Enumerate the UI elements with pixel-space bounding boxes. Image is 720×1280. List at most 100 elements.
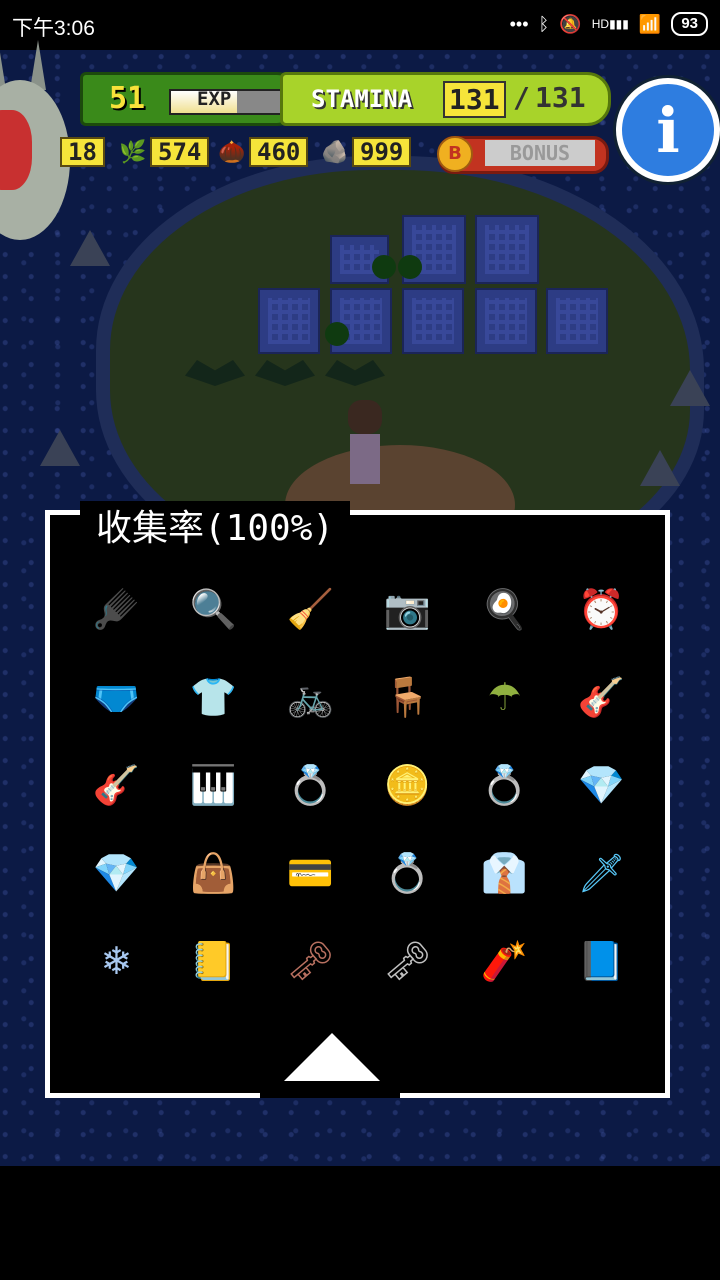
- silver-ring-icon: 💍: [480, 762, 529, 807]
- collection-item[interactable]: 💳: [262, 829, 359, 917]
- blue-book-icon: 📘: [577, 938, 626, 983]
- mute-icon: 🔕: [559, 13, 582, 34]
- bonus-label: BONUS: [485, 140, 595, 166]
- status-bar: 下午3:06 ••• ᛒ 🔕 HD▮▮▮ 📶 93: [0, 0, 720, 50]
- collection-item[interactable]: 💍: [456, 741, 553, 829]
- credit-card-icon: 💳: [286, 850, 335, 895]
- resource-value: 999: [352, 137, 412, 167]
- collection-item[interactable]: 🧨: [456, 917, 553, 1005]
- mascot-companion: [0, 110, 32, 190]
- collection-item[interactable]: ⏰: [553, 565, 650, 653]
- gem-icon: 💎: [577, 762, 626, 807]
- building: [546, 288, 608, 354]
- tree: [325, 322, 349, 346]
- crystal-icon: 💎: [92, 850, 141, 895]
- tree: [372, 255, 396, 279]
- stamina-current: 131: [443, 81, 506, 118]
- magnifier-icon: 🔍: [189, 586, 238, 631]
- collection-item[interactable]: 👜: [165, 829, 262, 917]
- signal-icon: HD▮▮▮: [591, 17, 629, 31]
- piano-icon: 🎹: [189, 762, 238, 807]
- collection-item[interactable]: 💎: [553, 741, 650, 829]
- bottom-area: [0, 1166, 720, 1280]
- building: [402, 288, 464, 354]
- resource-bar: 18 🌿 574 🌰 460 🪨 999 B BONUS: [60, 136, 620, 174]
- stamina-max: 131: [535, 81, 586, 114]
- bronze-key-icon: 🗝: [286, 938, 335, 983]
- frying-pan-icon: 🍳: [480, 586, 529, 631]
- collection-item[interactable]: 🗡: [553, 829, 650, 917]
- collection-item[interactable]: 📷: [359, 565, 456, 653]
- hud-top: 51 EXP STAMINA 131 / 131: [80, 72, 611, 126]
- stamina-separator: /: [513, 81, 530, 114]
- collection-item[interactable]: 🧹: [262, 565, 359, 653]
- gold-ring-icon: 💍: [383, 850, 432, 895]
- stamina-label: STAMINA: [311, 85, 413, 113]
- collection-item[interactable]: 🪙: [359, 741, 456, 829]
- collection-item[interactable]: 📘: [553, 917, 650, 1005]
- info-button[interactable]: i: [616, 78, 720, 182]
- ring-icon: 💍: [286, 762, 335, 807]
- status-icons: ••• ᛒ 🔕 HD▮▮▮ 📶 93: [510, 12, 708, 36]
- building: [475, 288, 537, 354]
- info-icon: i: [656, 93, 680, 167]
- collection-item[interactable]: 💍: [359, 829, 456, 917]
- collection-item[interactable]: 📒: [165, 917, 262, 1005]
- leaf-icon: 🌿: [119, 139, 147, 165]
- dynamite-icon: 🧨: [480, 938, 529, 983]
- collection-item[interactable]: 🔍: [165, 565, 262, 653]
- battery-indicator: 93: [671, 12, 708, 36]
- stamina-bar[interactable]: STAMINA 131 / 131: [280, 72, 611, 126]
- clock-icon: ⏰: [577, 586, 626, 631]
- collection-item[interactable]: 🪑: [359, 653, 456, 741]
- more-dots-icon: •••: [509, 13, 529, 34]
- collection-item[interactable]: 🚲: [262, 653, 359, 741]
- collection-item[interactable]: 🩲: [68, 653, 165, 741]
- collection-title: 收集率(100%): [80, 501, 351, 557]
- nut-icon: 🌰: [218, 139, 246, 165]
- collection-item[interactable]: 🎸: [553, 653, 650, 741]
- resource-value: 574: [150, 137, 210, 167]
- umbrella-icon: ☂: [487, 675, 522, 719]
- wifi-icon: 📶: [638, 13, 662, 34]
- camera-icon: 📷: [383, 586, 432, 631]
- resource-value: 18: [60, 137, 105, 167]
- resource-stone[interactable]: 🪨 999: [318, 136, 412, 168]
- player-character[interactable]: [340, 400, 390, 490]
- vacuum-icon: 🧹: [286, 586, 335, 631]
- collection-item[interactable]: ❄: [68, 917, 165, 1005]
- guitar-icon: 🎸: [92, 762, 141, 807]
- panel-gap: [260, 1090, 400, 1098]
- exp-label: EXP: [197, 88, 232, 110]
- collection-item[interactable]: 👔: [456, 829, 553, 917]
- resource-value: 460: [249, 137, 309, 167]
- collection-item[interactable]: 🗝: [359, 917, 456, 1005]
- stone-icon: 🪨: [321, 139, 349, 165]
- collection-item[interactable]: 💍: [262, 741, 359, 829]
- collection-item[interactable]: 🗝: [262, 917, 359, 1005]
- collection-item[interactable]: 🎹: [165, 741, 262, 829]
- outfit-icon: 👔: [480, 850, 529, 895]
- coin-icon: 🪙: [383, 762, 432, 807]
- collection-item[interactable]: ☂: [456, 653, 553, 741]
- resource-character[interactable]: 18: [60, 136, 105, 168]
- lightsaber-icon: 🗡: [577, 850, 626, 895]
- collection-panel: 收集率(100%) 🪮 🔍 🧹 📷 🍳 ⏰ 🩲 👕 🚲 🪑 ☂ 🎸 🎸 🎹 💍 🪙 💍 💎 💎 👜 💳 💍 👔 🗡 ❄ 📒 🗝 🗝 🧨 📘: [45, 501, 670, 1098]
- collection-item[interactable]: 👕: [165, 653, 262, 741]
- level-exp-bar[interactable]: 51 EXP: [80, 72, 301, 126]
- handbag-icon: 👜: [189, 850, 238, 895]
- resource-leaf[interactable]: 🌿 574: [116, 136, 210, 168]
- collection-item[interactable]: 🪮: [68, 565, 165, 653]
- shirt-icon: 👕: [189, 674, 238, 719]
- collection-item[interactable]: 🎸: [68, 741, 165, 829]
- resource-nut[interactable]: 🌰 460: [215, 136, 309, 168]
- comb-icon: 🪮: [92, 586, 141, 631]
- collection-item[interactable]: 🍳: [456, 565, 553, 653]
- bonus-button[interactable]: B BONUS: [437, 136, 609, 174]
- level-value: 51: [109, 81, 146, 116]
- silver-key-icon: 🗝: [383, 938, 432, 983]
- character-body: [350, 434, 380, 484]
- scroll-up-arrow-icon[interactable]: [284, 1033, 380, 1081]
- collection-item[interactable]: 💎: [68, 829, 165, 917]
- folding-chair-icon: 🪑: [383, 674, 432, 719]
